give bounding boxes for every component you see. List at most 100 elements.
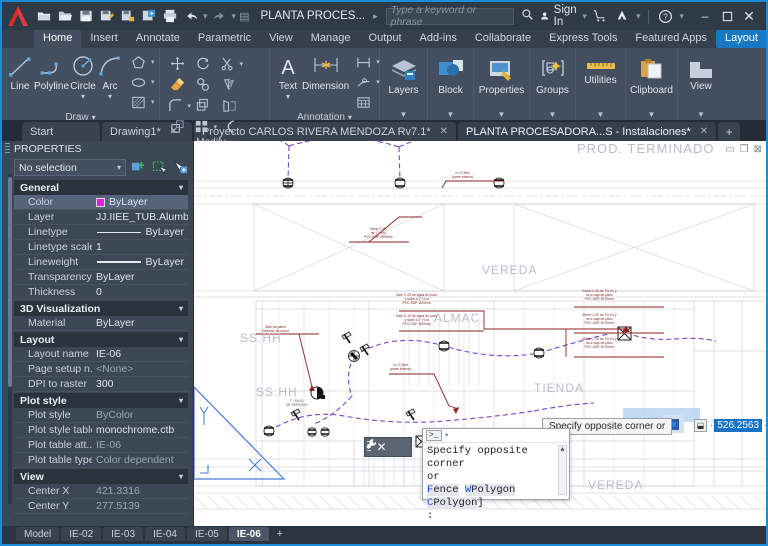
property-row-plot-table-type[interactable]: Plot table type Color dependent <box>14 453 188 468</box>
property-value-linetype[interactable]: ByLayer <box>92 226 188 238</box>
property-group-view[interactable]: View ▾ <box>14 469 188 484</box>
property-row-linetype[interactable]: Linetype ByLayer <box>14 225 188 240</box>
layout-tab-ie-04[interactable]: IE-04 <box>145 527 185 541</box>
panel-properties[interactable]: Properties ▼ <box>474 48 530 120</box>
property-row-layer[interactable]: Layer JJ.IIEE_TUB.Alumb... <box>14 210 188 225</box>
panel-groups-expand-icon[interactable]: ▼ <box>532 108 573 120</box>
tab-insert[interactable]: Insert <box>81 30 127 48</box>
sign-in-button[interactable]: Sign In <box>540 4 581 28</box>
command-keyword-wpolygon[interactable]: WPolygon <box>464 484 516 496</box>
layout-tab-ie-03[interactable]: IE-03 <box>103 527 144 541</box>
tab-featured-apps[interactable]: Featured Apps <box>626 30 716 48</box>
selection-combo[interactable]: No selection ▾ <box>14 159 126 176</box>
property-group-general[interactable]: General ▾ <box>14 180 188 195</box>
command-keyword-cpolygon[interactable]: CPolygon <box>427 497 478 509</box>
panel-block-expand-icon[interactable]: ▼ <box>430 108 471 120</box>
search-icon[interactable] <box>521 8 534 24</box>
autocad-logo-icon[interactable] <box>6 2 30 30</box>
panel-annotation-expand-icon[interactable]: ▾ <box>348 113 352 122</box>
command-prompt-chip[interactable]: >_ <box>426 430 442 441</box>
tab-view[interactable]: View <box>260 30 302 48</box>
polygon-dropdown-icon[interactable]: ▾ <box>151 58 155 66</box>
tab-annotate[interactable]: Annotate <box>127 30 189 48</box>
doc-tab-planta[interactable]: PLANTA PROCESADORA...S - Instalaciones* … <box>458 122 717 141</box>
property-row-thickness[interactable]: Thickness 0 <box>14 285 188 300</box>
dynamic-input-lock-icon[interactable]: ⬓ <box>694 419 707 432</box>
doc-tab-proyecto-close-icon[interactable]: ✕ <box>440 126 448 137</box>
property-row-center-x[interactable]: Center X 421.3316 <box>14 484 188 499</box>
minimize-button[interactable]: – <box>694 5 716 27</box>
panel-draw-title[interactable]: Draw ▾ <box>4 112 157 123</box>
layout-tab-model[interactable]: Model <box>16 527 60 541</box>
panel-view-expand-icon[interactable]: ▼ <box>680 108 722 120</box>
redo-icon[interactable] <box>210 5 230 27</box>
view-minimize-icon[interactable]: ▭ <box>725 144 734 155</box>
array-icon[interactable] <box>191 96 215 116</box>
export-icon[interactable] <box>118 5 138 27</box>
panel-groups[interactable]: Groups ▼ <box>530 48 576 120</box>
autodesk-app-icon[interactable] <box>613 5 632 27</box>
plot-icon[interactable] <box>160 5 180 27</box>
clipboard-button[interactable]: Clipboard <box>630 56 673 96</box>
doc-tab-add-button[interactable]: + <box>718 122 741 141</box>
panel-layers[interactable]: Layers ▼ <box>380 48 428 120</box>
circle-dropdown-icon[interactable]: ▾ <box>81 92 85 101</box>
property-row-plot-style[interactable]: Plot style ByColor <box>14 408 188 423</box>
property-group-3d-visualization-caret-icon[interactable]: ▾ <box>179 304 183 313</box>
select-objects-icon[interactable] <box>150 159 168 176</box>
table-icon[interactable] <box>351 92 375 112</box>
line-button[interactable]: Line <box>7 52 33 92</box>
mirror-icon[interactable] <box>217 75 241 95</box>
close-button[interactable]: ✕ <box>738 5 760 27</box>
panel-block[interactable]: Block ▼ <box>428 48 474 120</box>
wrench-icon[interactable] <box>366 439 409 456</box>
rotate-icon[interactable] <box>191 54 215 74</box>
selection-combo-caret-icon[interactable]: ▾ <box>117 163 121 172</box>
move-icon[interactable] <box>165 54 189 74</box>
block-button[interactable]: Block <box>433 56 468 96</box>
redo-dropdown-icon[interactable]: ▾ <box>231 11 238 22</box>
property-row-plot-style-table[interactable]: Plot style table monochrome.ctb <box>14 423 188 438</box>
command-window[interactable]: >_ ▾ Specify opposite corner or [ Fence … <box>422 428 570 522</box>
tab-manage[interactable]: Manage <box>302 30 360 48</box>
save-as-icon[interactable] <box>97 5 117 27</box>
hatch-icon[interactable] <box>126 92 150 112</box>
property-row-transparency[interactable]: Transparency ByLayer <box>14 270 188 285</box>
polygon-icon[interactable] <box>126 52 150 72</box>
property-group-general-caret-icon[interactable]: ▾ <box>179 183 183 192</box>
panel-properties-expand-icon[interactable]: ▼ <box>476 108 527 120</box>
dimension-button[interactable]: Dimension <box>302 52 349 92</box>
text-dropdown-icon[interactable]: ▾ <box>286 92 290 101</box>
property-row-page-setup[interactable]: Page setup n... <None> <box>14 362 188 377</box>
layout-tab-ie-02[interactable]: IE-02 <box>61 527 102 541</box>
tab-addins[interactable]: Add-ins <box>411 30 466 48</box>
ellipse-dropdown-icon[interactable]: ▾ <box>151 78 155 86</box>
drawing-canvas[interactable]: PROD. TERMINADO VEREDA VEREDA SS.HH SS.H… <box>194 141 766 526</box>
scale-icon[interactable] <box>165 117 189 137</box>
quick-properties-toolbar[interactable]: ✕ <box>364 437 412 457</box>
array-grid-icon[interactable] <box>191 117 212 137</box>
fillet-icon[interactable] <box>165 96 186 116</box>
property-row-color[interactable]: Color ByLayer <box>14 195 188 210</box>
properties-button[interactable]: Properties <box>479 56 524 96</box>
view-close-icon[interactable]: ⊠ <box>754 144 762 155</box>
stretch-icon[interactable] <box>217 96 241 116</box>
property-row-layout-name[interactable]: Layout name IE-06 <box>14 347 188 362</box>
help-dropdown-icon[interactable]: ▾ <box>678 11 685 22</box>
property-row-lineweight[interactable]: Lineweight ByLayer <box>14 255 188 270</box>
text-button[interactable]: A Text ▾ <box>275 52 301 101</box>
property-group-layout[interactable]: Layout ▾ <box>14 332 188 347</box>
doc-tab-start[interactable]: Start <box>22 122 100 141</box>
command-scroll-up-icon[interactable]: ▲ <box>559 446 566 455</box>
dynamic-input-x[interactable]: 526.2563 <box>714 419 763 432</box>
properties-scrollbar-thumb[interactable] <box>8 177 12 387</box>
property-row-linetype-scale[interactable]: Linetype scale 1 <box>14 240 188 255</box>
panel-utilities-expand-icon[interactable]: ▼ <box>578 108 623 120</box>
leader-icon[interactable] <box>351 72 375 92</box>
property-group-3d-visualization[interactable]: 3D Visualization ▾ <box>14 301 188 316</box>
undo-icon[interactable] <box>181 5 201 27</box>
tab-home[interactable]: Home <box>34 30 82 48</box>
plot-preview-icon[interactable] <box>139 5 159 27</box>
panel-clipboard-expand-icon[interactable]: ▼ <box>628 108 675 120</box>
offset-icon[interactable] <box>217 117 241 137</box>
